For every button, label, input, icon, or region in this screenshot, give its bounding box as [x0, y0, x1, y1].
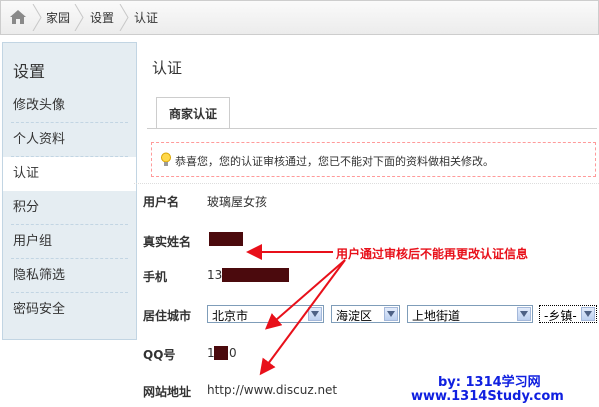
watermark-by: by: 1314学习网 [438, 375, 541, 390]
annotation-text: 用户通过审核后不能再更改认证信息 [336, 247, 529, 261]
annotation-arrows [246, 244, 346, 376]
arrow-to-website [259, 259, 346, 376]
watermark-site: www.1314Study.com [411, 389, 564, 404]
arrow-to-city [264, 259, 346, 330]
